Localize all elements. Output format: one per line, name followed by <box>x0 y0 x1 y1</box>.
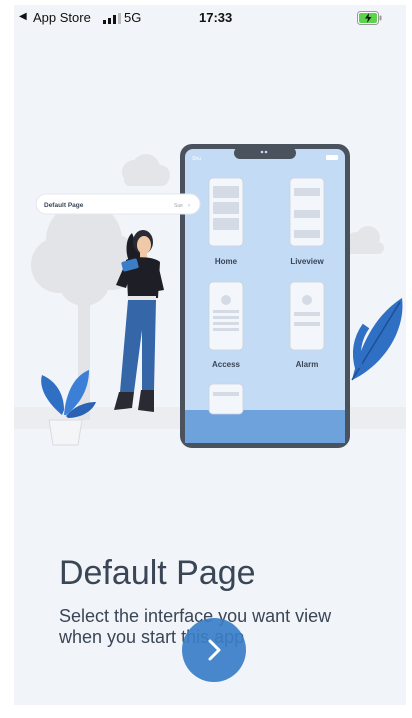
page-title: Default Page <box>59 554 256 592</box>
phone-status-text: Shu <box>192 156 201 162</box>
phone-mockup: Shu Home Liveview Access Alarm <box>180 144 350 448</box>
back-triangle-icon[interactable]: ◀ <box>19 11 27 22</box>
battery-charging-icon <box>357 11 382 25</box>
back-to-app-store-link[interactable]: App Store <box>33 10 91 25</box>
phone-item-label: Home <box>215 257 238 266</box>
signal-bars-icon <box>103 13 121 24</box>
phone-item-label: Liveview <box>290 257 324 266</box>
leaf-plant-illustration <box>351 298 403 381</box>
tooltip-action: Sue <box>174 203 183 209</box>
status-bar: ◀ App Store 5G 17:33 <box>14 5 406 33</box>
phone-item-label: Access <box>212 360 241 369</box>
next-button[interactable] <box>182 618 246 682</box>
onboarding-screen: ◀ App Store 5G 17:33 Shu Home Liveview A… <box>14 5 406 705</box>
tooltip-title: Default Page <box>44 202 84 209</box>
network-type: 5G <box>124 10 142 25</box>
clock: 17:33 <box>199 10 233 25</box>
chevron-right-icon <box>208 639 221 661</box>
onboarding-illustration: Shu Home Liveview Access Alarm Default P… <box>14 144 406 448</box>
default-page-tooltip-card: Default Page Sue › <box>35 193 201 215</box>
svg-text:›: › <box>188 203 190 209</box>
phone-item-label: Alarm <box>296 360 319 369</box>
